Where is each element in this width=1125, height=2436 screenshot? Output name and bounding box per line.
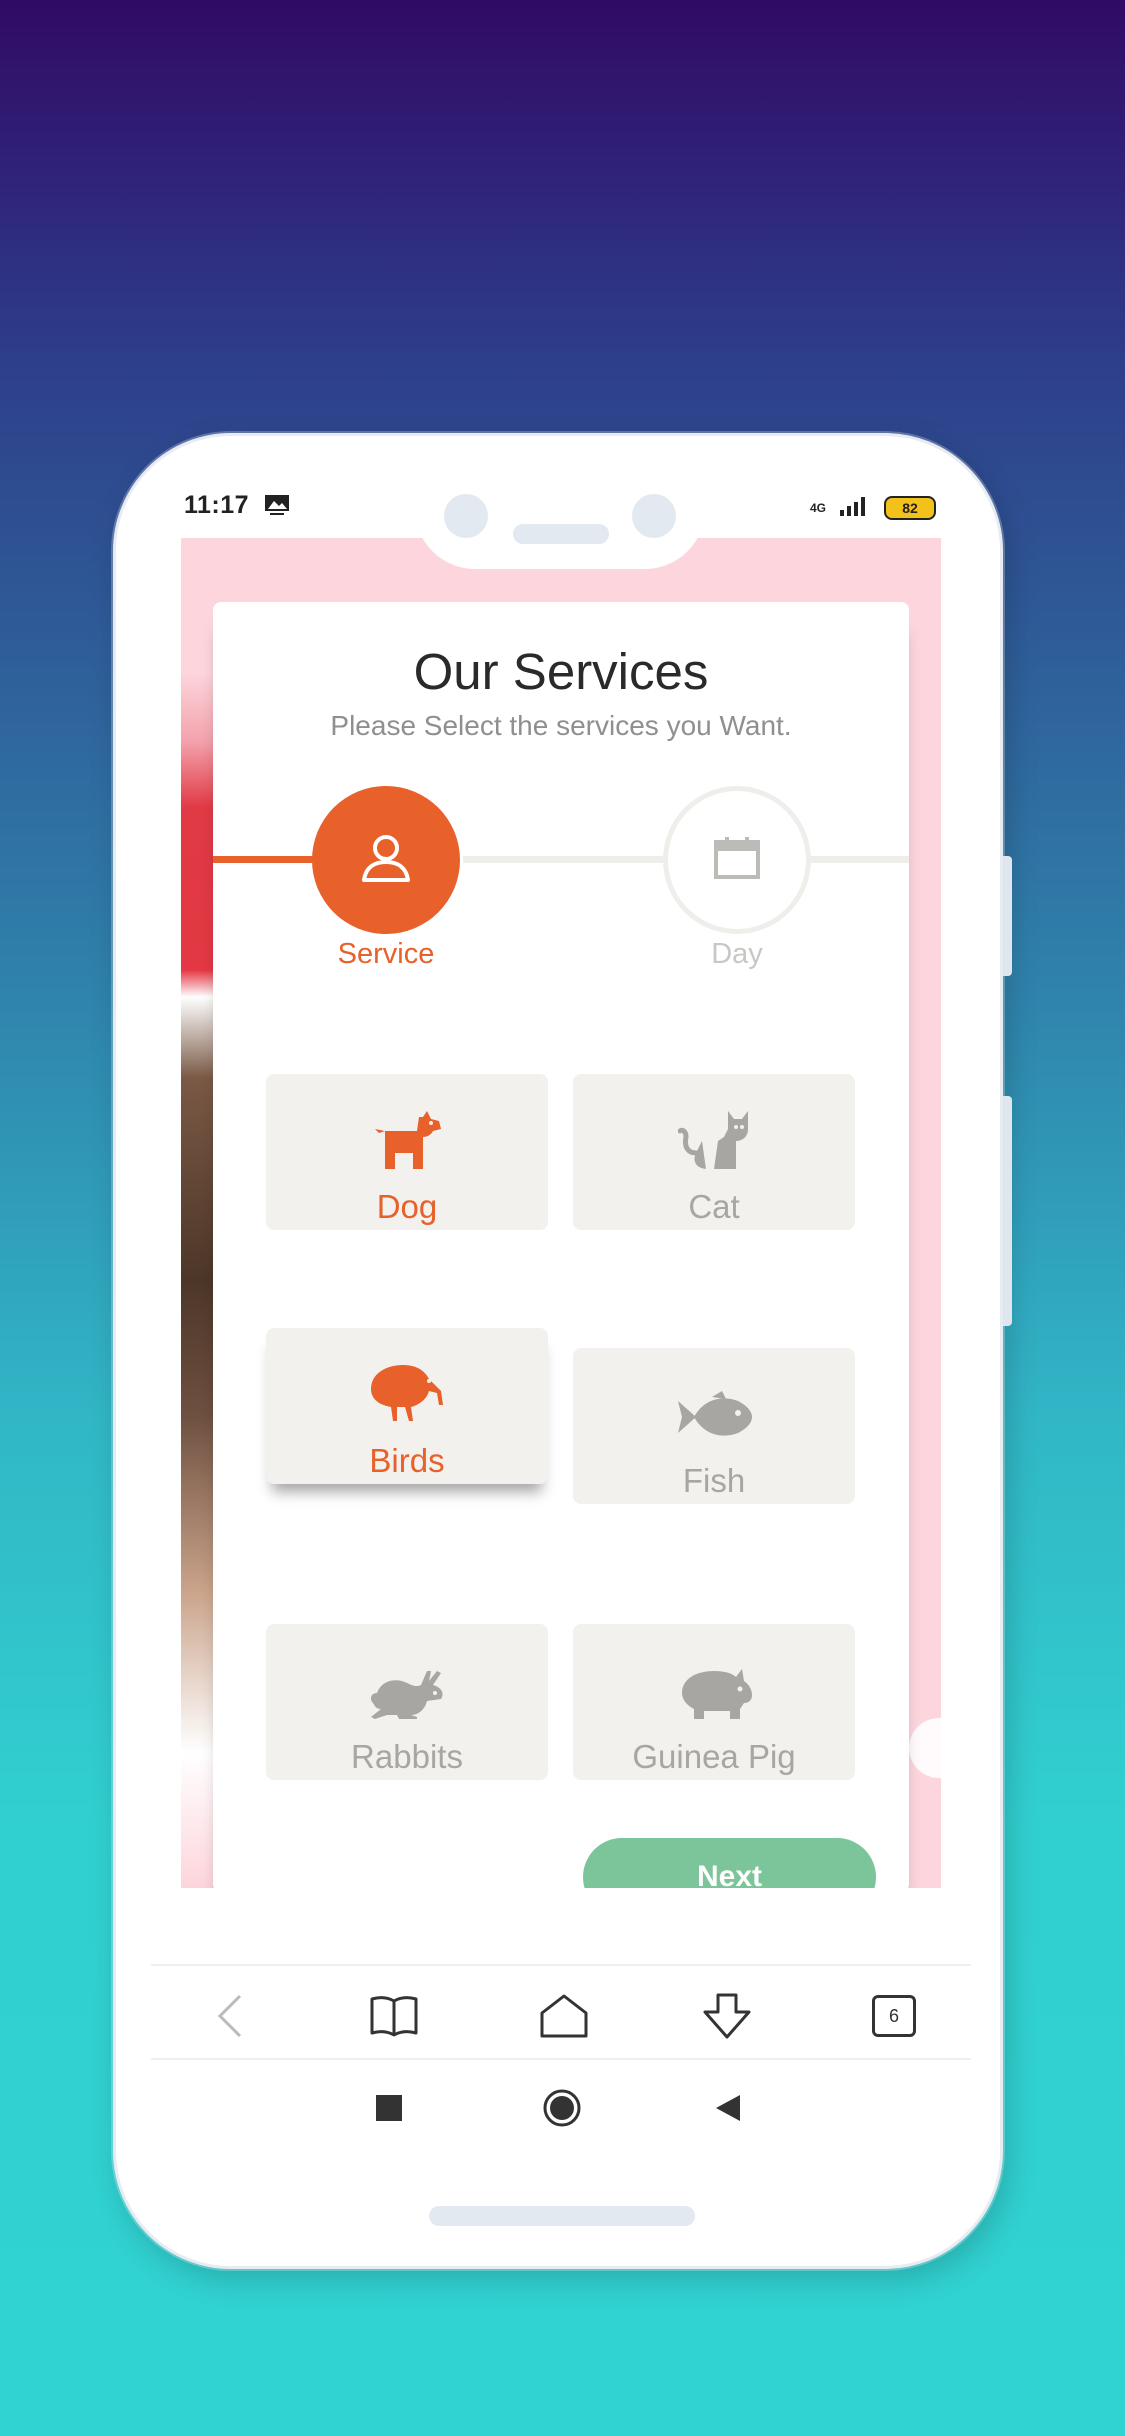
phone-frame: 11:17 4G 82 Our Services Please Select t… [113,433,1012,2269]
bookmarks-book-icon[interactable] [366,1988,422,2044]
download-icon[interactable] [699,1988,755,2044]
step-progress-line [213,856,323,863]
services-card: Our Services Please Select the services … [213,602,909,1888]
signal-icon [838,494,872,521]
step-service[interactable] [312,786,460,934]
service-label: Dog [376,1188,438,1225]
service-fish[interactable]: Fish [573,1348,855,1504]
status-time: 11:17 [184,491,250,519]
service-rabbits[interactable]: Rabbits [266,1624,548,1780]
home-circle-icon[interactable] [540,2086,584,2130]
step-service-label: Service [337,938,435,970]
page-subtitle: Please Select the services you Want. [330,710,792,741]
rabbit-icon [367,1665,447,1738]
service-guinea-pig[interactable]: Guinea Pig [573,1624,855,1780]
service-dog[interactable]: Dog [266,1074,548,1230]
volume-button [1003,856,1012,976]
calendar-icon [713,836,761,885]
background-decoration [909,1718,941,1778]
earpiece-speaker [513,524,609,544]
service-label: Guinea Pig [632,1738,796,1775]
step-day[interactable] [663,786,811,934]
back-triangle-icon[interactable] [706,2086,750,2130]
back-arrow-icon[interactable] [201,1988,257,2044]
bird-icon [367,1361,447,1442]
service-label: Fish [682,1462,746,1499]
battery-indicator: 82 [884,495,936,520]
front-sensor [632,494,676,538]
fish-icon [674,1389,754,1462]
service-label: Rabbits [351,1738,463,1775]
step-day-label: Day [711,938,763,970]
recents-icon[interactable] [367,2086,411,2130]
system-nav-bar [116,2076,1006,2146]
service-birds[interactable]: Birds [266,1328,548,1484]
network-type: 4G [809,500,826,515]
power-button [1003,1096,1012,1326]
service-label: Cat [688,1188,740,1225]
tabs-button[interactable]: 6 [866,1988,922,2044]
app-screen: Our Services Please Select the services … [181,538,941,1888]
pig-icon [674,1665,754,1738]
cat-icon [677,1107,750,1188]
next-button[interactable]: Next [583,1838,876,1888]
dog-icon [371,1107,443,1188]
status-icons: 4G 82 [810,494,936,521]
front-camera [444,494,488,538]
service-label: Birds [369,1442,445,1479]
page-title: Our Services [413,643,709,700]
browser-toolbar: 6 [151,1964,971,2060]
image-notification-icon [264,493,290,522]
user-icon [358,830,414,891]
home-icon[interactable] [536,1988,592,2044]
tab-count: 6 [872,1995,916,2037]
home-indicator [429,2206,695,2226]
service-cat[interactable]: Cat [573,1074,855,1230]
